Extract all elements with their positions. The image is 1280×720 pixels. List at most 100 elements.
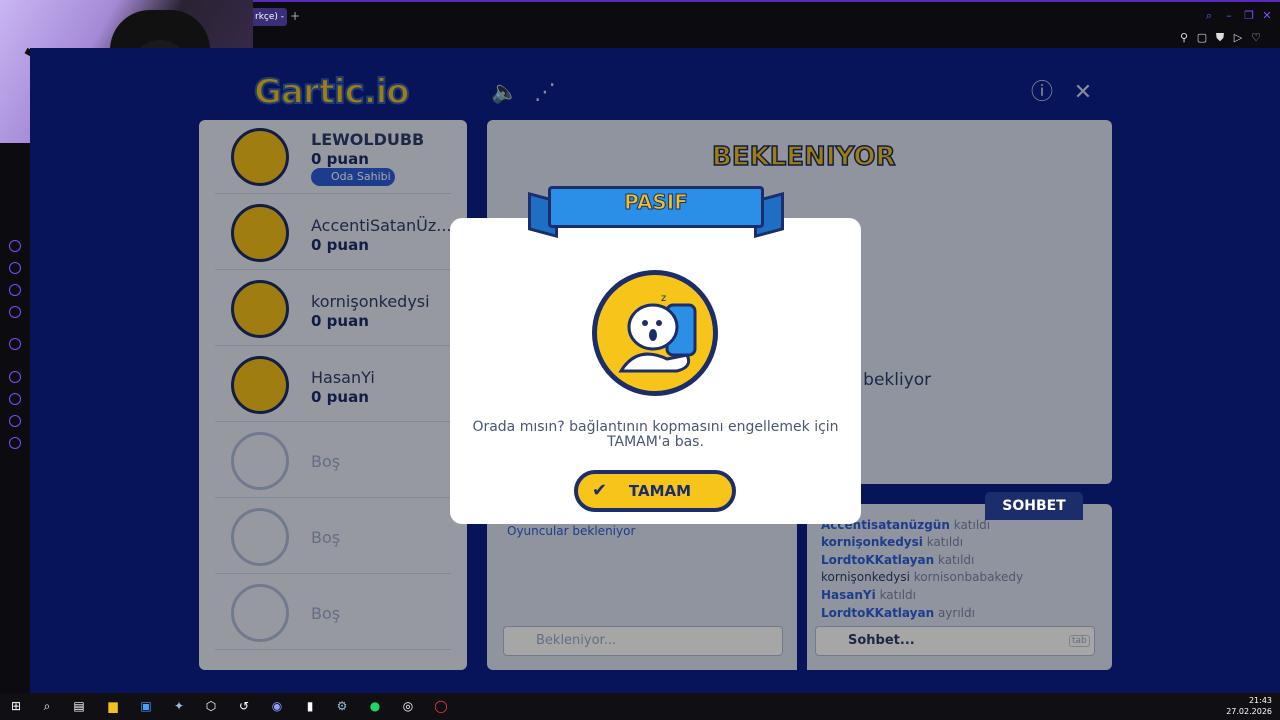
player-points: 0 puan bbox=[311, 388, 369, 406]
empty-avatar-icon bbox=[231, 508, 289, 566]
gartic-logo: Gartic.io bbox=[253, 71, 411, 113]
chat-tab[interactable]: SOHBET bbox=[985, 492, 1083, 520]
player-row[interactable]: HasanYi 0 puan bbox=[215, 348, 451, 422]
chat-user: kornişonkedysi bbox=[821, 570, 910, 584]
heart-icon[interactable]: ♡ bbox=[1249, 31, 1263, 45]
avatar bbox=[231, 128, 289, 186]
twitch-icon[interactable] bbox=[9, 284, 21, 296]
inactive-modal: z Orada mısın? bağlantının kopmasını eng… bbox=[450, 218, 861, 524]
clock-date: 27.02.2026 bbox=[1226, 707, 1272, 716]
speed-dial-icon[interactable] bbox=[9, 240, 21, 252]
browser-sidebar bbox=[0, 143, 30, 693]
player-row[interactable]: AccentiSatanÜz... 0 puan bbox=[215, 196, 452, 270]
player-row[interactable]: LEWOLDUBB 0 puan Oda Sahibi bbox=[215, 120, 451, 194]
messenger-icon[interactable] bbox=[9, 306, 21, 318]
chat-action: katıldı bbox=[879, 588, 916, 602]
new-tab-button[interactable]: + bbox=[289, 10, 301, 22]
app-icon[interactable]: ✦ bbox=[170, 697, 188, 715]
empty-avatar-icon bbox=[231, 432, 289, 490]
player-row[interactable]: kornişonkedysi 0 puan bbox=[215, 272, 451, 346]
svg-text:z: z bbox=[661, 293, 666, 304]
history-icon[interactable] bbox=[9, 393, 21, 405]
chat-action: katıldı bbox=[937, 553, 975, 567]
minimize-icon[interactable]: – bbox=[1220, 6, 1238, 26]
gear-icon[interactable] bbox=[9, 437, 21, 449]
players-panel: LEWOLDUBB 0 puan Oda Sahibi AccentiSatan… bbox=[199, 120, 467, 670]
chat-action: katıldı bbox=[953, 518, 991, 532]
ok-button[interactable]: ✔ TAMAM bbox=[574, 470, 736, 512]
board-title: BEKLENIYOR bbox=[711, 141, 896, 173]
chat-user: LordtoKKatlayan bbox=[821, 553, 935, 567]
player-points: 0 puan bbox=[311, 150, 369, 168]
discord-icon[interactable]: ◉ bbox=[268, 697, 286, 715]
chat-user: HasanYi bbox=[821, 588, 876, 602]
info-icon[interactable]: ⓘ bbox=[1027, 78, 1057, 108]
windows-start-icon[interactable]: ⊞ bbox=[7, 697, 25, 715]
file-explorer-icon[interactable]: ▆ bbox=[104, 697, 122, 715]
play-icon[interactable]: ▷ bbox=[1231, 31, 1245, 45]
opera-gx-icon[interactable]: ◯ bbox=[432, 697, 450, 715]
search-icon[interactable]: ⌕ bbox=[38, 697, 56, 715]
chat-log-entry: kornişonkedysi kornisonbabakedy bbox=[821, 570, 1023, 584]
modal-message: Orada mısın? bağlantının kopmasını engel… bbox=[472, 419, 839, 450]
empty-slot: Boş bbox=[215, 424, 451, 498]
answers-input[interactable]: Bekleniyor... bbox=[503, 626, 783, 656]
system-clock: 21:43 27.02.2026 bbox=[1226, 695, 1272, 717]
chat-user: LordtoKKatlayan bbox=[821, 606, 935, 620]
windows-taskbar: ⊞ ⌕ ▤ ▆ ▣ ✦ ⬡ ↺ ◉ ▮ ⚙ ● ◎ ◯ 21:43 27.02.… bbox=[0, 693, 1280, 720]
chat-log-entry: kornişonkedysi katıldı bbox=[821, 535, 963, 549]
chat-action: ayrıldı bbox=[937, 606, 975, 620]
player-icon[interactable] bbox=[9, 371, 21, 383]
chat-message: kornisonbabakedy bbox=[913, 570, 1024, 584]
browser-tab[interactable]: rkçe) - bbox=[253, 8, 287, 26]
answers-info: Oyuncular bekleniyor bbox=[507, 524, 636, 538]
app-icon[interactable]: ◎ bbox=[399, 697, 417, 715]
chat-action: katıldı bbox=[926, 535, 964, 549]
app-icon[interactable]: ↺ bbox=[235, 697, 253, 715]
room-owner-badge: Oda Sahibi bbox=[311, 168, 395, 186]
chat-log-entry: LordtoKKatlayan ayrıldı bbox=[821, 606, 975, 620]
pin-icon[interactable]: ⚲ bbox=[1177, 31, 1191, 45]
clock-time: 21:43 bbox=[1248, 696, 1272, 705]
sleeping-icon: z bbox=[592, 270, 718, 396]
unity-icon[interactable]: ⬡ bbox=[202, 697, 220, 715]
ai-icon[interactable] bbox=[9, 262, 21, 274]
ok-button-label: TAMAM bbox=[628, 482, 692, 500]
screen: rkçe) - + ⌕ – ❐ ✕ ⚲ ▢ ⛊ ▷ ♡ Gartic.io 🔈 … bbox=[0, 0, 1280, 720]
close-window-icon[interactable]: ✕ bbox=[1258, 6, 1276, 26]
chat-input[interactable]: Sohbet... bbox=[815, 626, 1095, 656]
epic-games-icon[interactable]: ▮ bbox=[301, 697, 319, 715]
empty-slot-label: Boş bbox=[311, 604, 341, 623]
spotify-icon[interactable]: ● bbox=[366, 697, 384, 715]
screenshot-icon[interactable]: ▢ bbox=[1195, 31, 1209, 45]
close-icon[interactable]: ✕ bbox=[1068, 78, 1098, 108]
shield-icon[interactable]: ⛊ bbox=[1213, 31, 1227, 45]
share-icon[interactable]: ⋰ bbox=[530, 78, 560, 108]
empty-avatar-icon bbox=[231, 584, 289, 642]
avatar bbox=[231, 280, 289, 338]
empty-slot: Boş bbox=[215, 576, 451, 650]
empty-slot: Boş bbox=[215, 500, 451, 574]
player-name: HasanYi bbox=[311, 368, 375, 387]
task-view-icon[interactable]: ▤ bbox=[70, 697, 88, 715]
steam-icon[interactable]: ⚙ bbox=[333, 697, 351, 715]
player-name: AccentiSatanÜz... bbox=[311, 216, 452, 235]
player-points: 0 puan bbox=[311, 236, 369, 254]
search-icon[interactable]: ⌕ bbox=[1200, 6, 1218, 26]
chat-log-entry: HasanYi katıldı bbox=[821, 588, 916, 602]
chat-log-entry: LordtoKKatlayan katıldı bbox=[821, 553, 974, 567]
answers-panel: Oyuncular bekleniyor Bekleniyor... bbox=[487, 504, 797, 670]
tab-shortcut-hint: tab bbox=[1069, 635, 1090, 647]
modal-title: PASIF bbox=[624, 190, 689, 215]
empty-slot-label: Boş bbox=[311, 452, 341, 471]
settings-icon[interactable] bbox=[9, 338, 21, 350]
player-name: LEWOLDUBB bbox=[311, 130, 425, 149]
check-icon: ✔ bbox=[592, 480, 608, 501]
sound-icon[interactable]: 🔈 bbox=[490, 78, 520, 108]
player-name: kornişonkedysi bbox=[311, 292, 430, 311]
chat-icon[interactable] bbox=[9, 415, 21, 427]
chat-panel: Accentisatanüzgün katıldı kornişonkedysi… bbox=[807, 504, 1112, 670]
remote-desktop-icon[interactable]: ▣ bbox=[137, 697, 155, 715]
avatar bbox=[231, 356, 289, 414]
restore-icon[interactable]: ❐ bbox=[1240, 6, 1258, 26]
